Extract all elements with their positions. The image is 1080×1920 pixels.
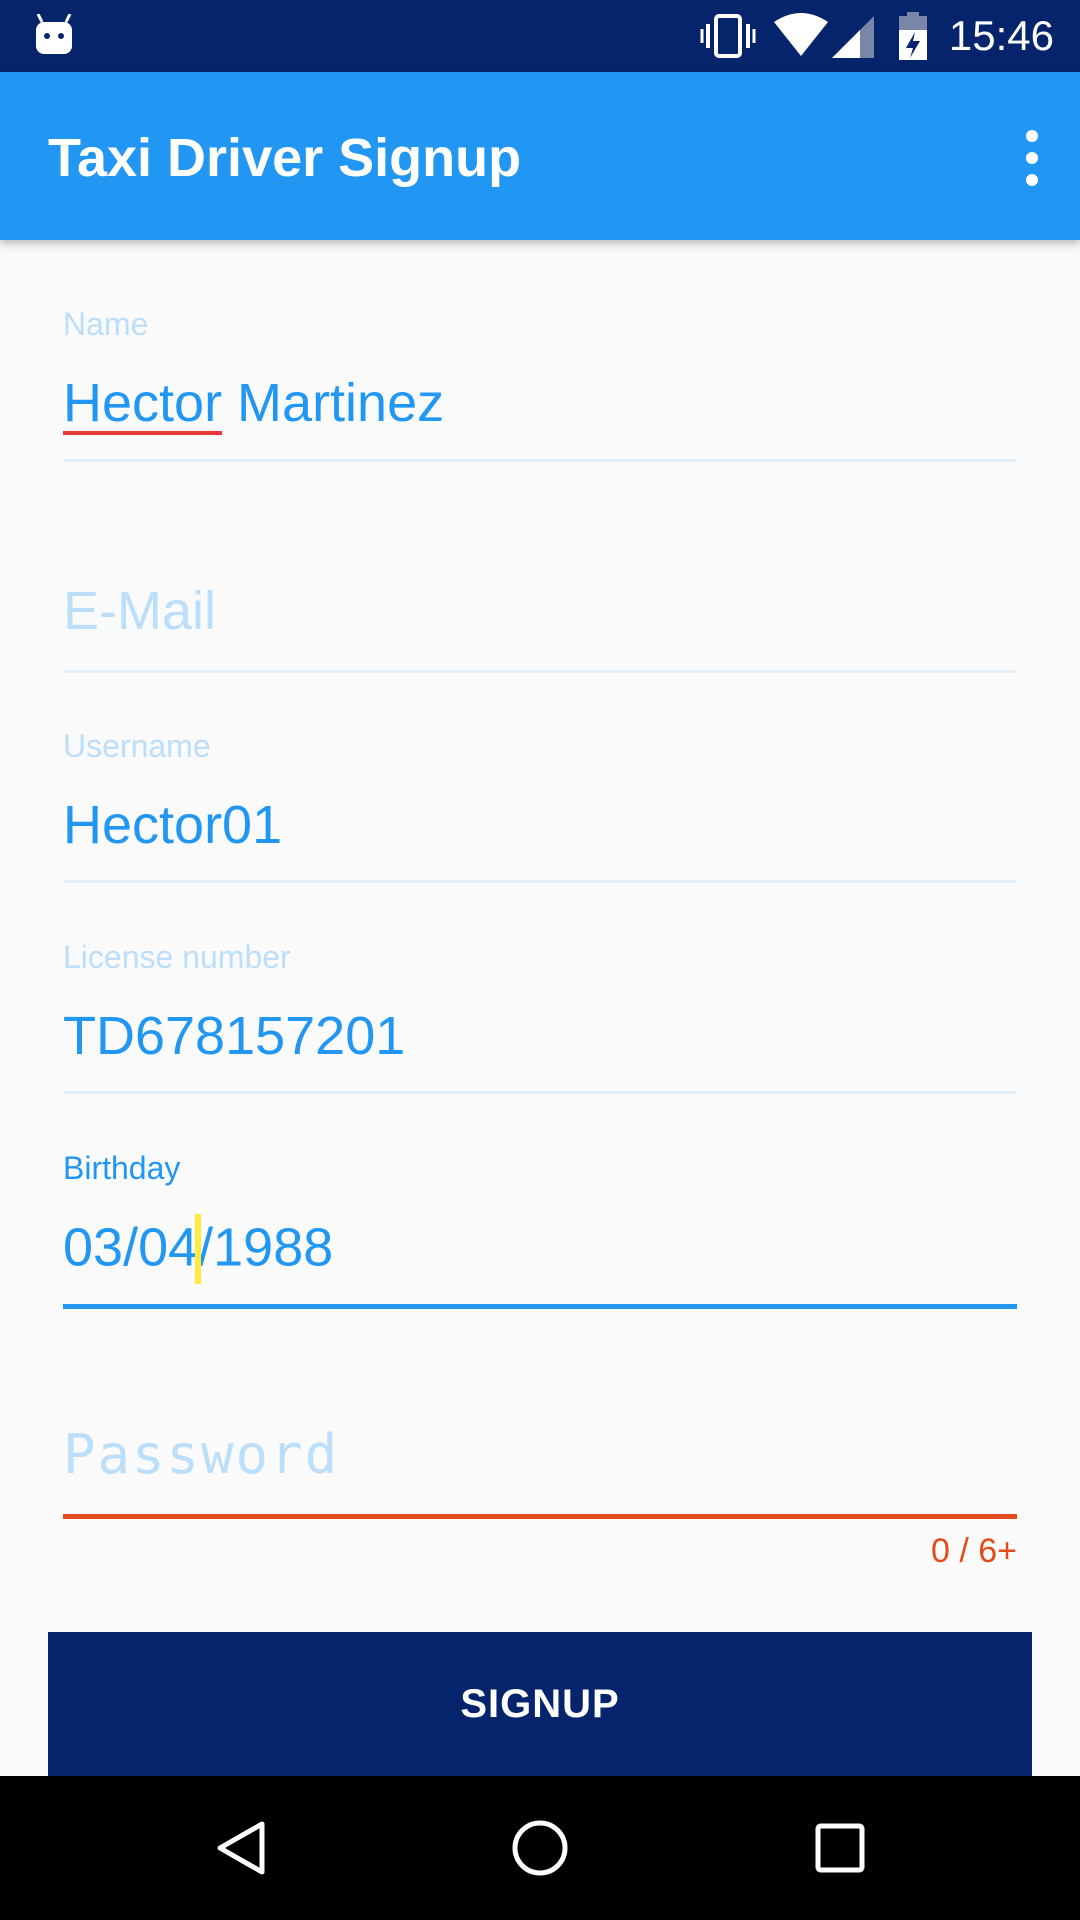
password-char-counter: 0 / 6+ [930,1532,1017,1570]
password-field[interactable]: Password [63,1424,1017,1524]
username-underline [63,880,1017,883]
license-input[interactable]: TD678157201 [63,1005,405,1067]
app-bar: Taxi Driver Signup [0,72,1080,240]
username-field[interactable]: Username Hector01 [63,728,1017,888]
name-rest: Martinez [222,373,445,433]
home-icon[interactable] [510,1818,570,1878]
navigation-bar [0,1776,1080,1920]
license-label: License number [63,939,291,975]
email-placeholder: E-Mail [63,581,217,641]
vibrate-icon [700,14,756,58]
birthday-value-start: 03/04 [63,1217,199,1278]
username-input[interactable]: Hector01 [63,794,282,856]
birthday-field[interactable]: Birthday 03/04/1988 [63,1150,1017,1310]
android-robot-icon [36,14,72,54]
email-underline [63,670,1017,673]
signup-button[interactable]: SIGNUP [48,1632,1032,1776]
license-underline [63,1091,1017,1094]
back-icon[interactable] [212,1818,272,1878]
name-input[interactable]: Hector Martinez [63,372,444,434]
license-field[interactable]: License number TD678157201 [63,939,1017,1099]
more-vert-icon[interactable] [1012,122,1052,194]
page-title: Taxi Driver Signup [48,128,522,188]
name-underline [63,459,1017,462]
password-underline [63,1514,1017,1519]
birthday-underline [63,1304,1017,1309]
status-bar: 15:46 [0,0,1080,72]
email-field[interactable]: E-Mail [63,580,1017,680]
text-cursor [195,1214,202,1284]
name-label: Name [63,306,149,342]
birthday-label: Birthday [63,1150,181,1186]
password-placeholder: Password [63,1423,340,1486]
name-field[interactable]: Name Hector Martinez [63,306,1017,466]
wifi-icon [774,13,828,56]
cell-signal-icon [832,16,874,58]
name-first-word: Hector [63,373,223,433]
username-label: Username [63,728,211,764]
status-clock: 15:46 [948,12,1054,59]
battery-charging-icon [899,12,927,60]
recents-icon[interactable] [810,1818,870,1878]
birthday-input[interactable]: 03/04/1988 [63,1214,334,1286]
birthday-value-end: /1988 [198,1217,334,1278]
